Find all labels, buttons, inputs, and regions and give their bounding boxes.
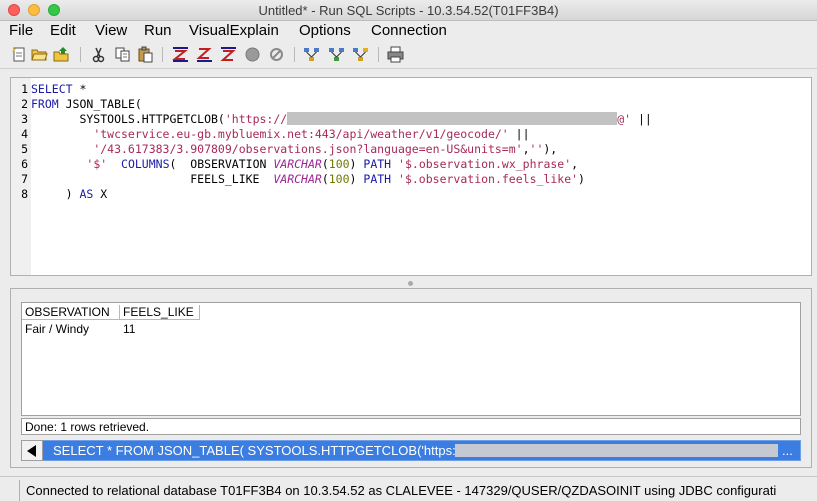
code-text: X	[93, 187, 108, 201]
redacted-region	[455, 444, 778, 457]
code-text: )	[578, 172, 585, 186]
toolbar-separator	[294, 47, 295, 62]
history-statement[interactable]: SELECT * FROM JSON_TABLE( SYSTOOLS.HTTPG…	[53, 443, 463, 458]
code-line-8: ) AS X	[31, 187, 108, 201]
run-and-explain-icon[interactable]	[328, 46, 345, 63]
splitter-grip-icon[interactable]	[408, 281, 413, 286]
sql-string: '$.observation.feels_like'	[398, 172, 579, 186]
sql-string: ''	[529, 142, 544, 156]
line-number: 5	[21, 142, 28, 156]
sql-keyword: AS	[79, 187, 94, 201]
code-text: ||	[631, 112, 652, 126]
line-number: 6	[21, 157, 28, 171]
sql-keyword: PATH	[363, 172, 392, 186]
cancel-icon[interactable]	[268, 46, 285, 63]
sql-number: 100	[328, 157, 350, 171]
toolbar-separator	[378, 47, 379, 62]
explain-only-icon[interactable]	[352, 46, 369, 63]
line-number: 1	[21, 82, 28, 96]
line-number: 4	[21, 127, 28, 141]
line-number: 3	[21, 112, 28, 126]
line-number: 7	[21, 172, 28, 186]
code-text: JSON_TABLE(	[58, 97, 142, 111]
code-line-1: SELECT *	[31, 82, 86, 96]
save-file-icon[interactable]	[53, 46, 70, 63]
visual-explain-icon[interactable]	[303, 46, 320, 63]
code-line-4: 'twcservice.eu-gb.mybluemix.net:443/api/…	[31, 127, 530, 141]
result-status-message: Done: 1 rows retrieved.	[21, 418, 801, 435]
paste-icon[interactable]	[137, 46, 154, 63]
history-overflow: ...	[782, 443, 793, 458]
left-arrow-icon	[27, 445, 36, 457]
code-text: ,	[571, 157, 579, 171]
stop-icon[interactable]	[244, 46, 261, 63]
line-number-gutter: 1 2 3 4 5 6 7 8	[11, 78, 31, 275]
code-line-6: '$' COLUMNS( OBSERVATION VARCHAR(100) PA…	[86, 157, 579, 171]
result-cell[interactable]: Fair / Windy	[25, 322, 89, 336]
sql-keyword: PATH	[363, 157, 392, 171]
line-number: 8	[21, 187, 28, 201]
cut-icon[interactable]	[90, 46, 107, 63]
toolbar	[0, 41, 817, 69]
new-file-icon[interactable]	[10, 46, 27, 63]
run-all-icon[interactable]	[172, 46, 189, 63]
column-header-observation[interactable]: OBSERVATION	[22, 305, 120, 320]
toolbar-separator	[80, 47, 81, 62]
open-file-icon[interactable]	[31, 46, 48, 63]
code-line-5: '/43.617383/3.907809/observations.json?l…	[31, 142, 557, 156]
sql-string: '/43.617383/3.907809/observations.json?l…	[93, 142, 523, 156]
menu-file[interactable]: File	[9, 22, 33, 39]
code-text: FEELS_LIKE	[190, 172, 274, 186]
run-from-selected-icon[interactable]	[196, 46, 213, 63]
sql-keyword: COLUMNS	[121, 157, 170, 171]
sql-type: VARCHAR	[273, 172, 322, 186]
sql-editor[interactable]: 1 2 3 4 5 6 7 8 SELECT * FROM JSON_TABLE…	[10, 77, 812, 276]
sql-string: 'twcservice.eu-gb.mybluemix.net:443/api/…	[93, 127, 509, 141]
toolbar-separator	[162, 47, 163, 62]
code-line-7: FEELS_LIKE VARCHAR(100) PATH '$.observat…	[190, 172, 585, 186]
copy-icon[interactable]	[114, 46, 131, 63]
menu-connection[interactable]: Connection	[371, 22, 447, 39]
menu-bar: File Edit View Run VisualExplain Options…	[0, 21, 817, 41]
code-line-2: FROM JSON_TABLE(	[31, 97, 142, 111]
history-back-button[interactable]	[21, 440, 43, 461]
result-cell[interactable]: 11	[123, 322, 135, 336]
sql-string: 'https://	[224, 112, 288, 126]
menu-run[interactable]: Run	[144, 22, 172, 39]
redacted-region	[287, 112, 618, 125]
line-number: 2	[21, 97, 28, 111]
sql-string: '$'	[86, 157, 108, 171]
code-text: )	[31, 187, 80, 201]
connection-status: Connected to relational database T01FF3B…	[26, 483, 777, 498]
print-icon[interactable]	[387, 46, 404, 63]
menu-visualexplain[interactable]: VisualExplain	[189, 22, 279, 39]
window-title: Untitled* - Run SQL Scripts - 10.3.54.52…	[258, 3, 559, 18]
code-text: SYSTOOLS.HTTPGETCLOB(	[31, 112, 225, 126]
menu-edit[interactable]: Edit	[50, 22, 76, 39]
sql-type: VARCHAR	[273, 157, 322, 171]
menu-view[interactable]: View	[95, 22, 127, 39]
code-text: ,	[522, 142, 530, 156]
sql-number: 100	[328, 172, 350, 186]
status-indicator	[0, 480, 20, 501]
code-text: *	[72, 82, 87, 96]
run-selected-icon[interactable]	[220, 46, 237, 63]
menu-options[interactable]: Options	[299, 22, 351, 39]
sql-keyword: SELECT	[31, 82, 73, 96]
column-header-feels-like[interactable]: FEELS_LIKE	[120, 305, 200, 320]
code-text: ( OBSERVATION	[169, 157, 274, 171]
sql-string: @'	[617, 112, 632, 126]
code-text: ),	[543, 142, 558, 156]
sql-string: '$.observation.wx_phrase'	[398, 157, 572, 171]
title-bar: Untitled* - Run SQL Scripts - 10.3.54.52…	[0, 0, 817, 21]
code-text: ||	[508, 127, 530, 141]
code-line-3: SYSTOOLS.HTTPGETCLOB('https:// @' ||	[31, 112, 652, 126]
sql-keyword: FROM	[31, 97, 59, 111]
